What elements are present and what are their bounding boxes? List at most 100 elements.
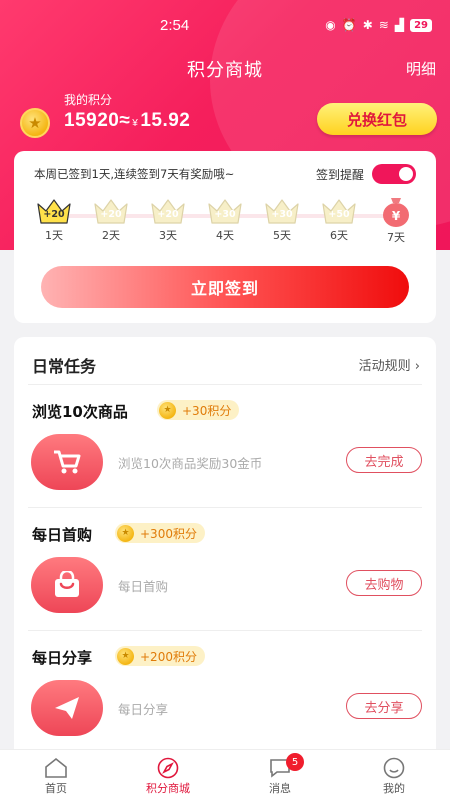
task-icon xyxy=(31,680,103,736)
red-packet-gift-icon: ¥ xyxy=(377,192,415,228)
day-bonus: +20 xyxy=(43,209,65,220)
points-label: 我的积分 xyxy=(64,93,113,107)
activity-rules-link[interactable]: 活动规则 › xyxy=(359,355,420,374)
day-label: 6天 xyxy=(330,229,348,242)
signin-remind-toggle[interactable] xyxy=(372,164,416,184)
message-count-badge: 5 xyxy=(286,753,304,771)
signin-card: 本周已签到1天,连续签到7天有奖励哦~ 签到提醒 +20 1天 +20 2天 +20 3天… xyxy=(14,151,436,323)
crown-icon: +20 xyxy=(34,196,74,226)
shopping-bag-icon xyxy=(55,571,79,597)
coin-icon: ★ xyxy=(117,647,134,665)
coin-icon: ★ xyxy=(117,524,134,542)
redeem-red-packet-button[interactable]: 兑换红包 xyxy=(317,103,437,135)
tab-label: 我的 xyxy=(383,782,405,795)
signin-day-2: +20 2天 xyxy=(86,196,136,243)
bluetooth-icon: ✱ xyxy=(362,18,373,32)
send-icon xyxy=(55,697,79,719)
signal-icon: ▟ xyxy=(394,18,405,32)
tab-messages[interactable]: 消息 5 xyxy=(224,750,336,800)
crown-icon: +20 xyxy=(148,196,188,226)
status-bar: 2:54 ◉ ⏰ ✱ ≋ ▟ 29 xyxy=(0,0,450,52)
day-label: 7天 xyxy=(387,231,405,244)
page-title: 积分商城 xyxy=(187,60,263,81)
task-reward: +300积分 xyxy=(140,526,197,541)
crown-icon: +50 xyxy=(319,196,359,226)
day-label: 2天 xyxy=(102,229,120,242)
task-action-button[interactable]: 去分享 xyxy=(346,693,422,719)
tab-label: 积分商城 xyxy=(146,782,190,795)
signin-day-1: +20 1天 xyxy=(29,196,79,243)
task-name: 每日首购 xyxy=(32,526,93,544)
daily-tasks-card: 日常任务 活动规则 › 浏览10次商品 ★ +30积分 浏览10次商品奖励30金币… xyxy=(14,337,436,767)
coin-icon: ★ xyxy=(159,401,176,419)
chevron-right-icon: › xyxy=(414,359,420,374)
divider xyxy=(28,507,422,508)
day-label: 1天 xyxy=(45,229,63,242)
alarm-icon: ⏰ xyxy=(341,18,357,32)
task-icon xyxy=(31,434,103,490)
wifi-icon: ≋ xyxy=(378,18,389,32)
points-money: 15.92 xyxy=(140,110,191,131)
task-name: 浏览10次商品 xyxy=(32,403,128,421)
signin-day-6: +50 6天 xyxy=(314,196,364,243)
sign-in-button[interactable]: 立即签到 xyxy=(41,266,409,308)
tab-label: 首页 xyxy=(45,782,67,795)
crown-icon: +20 xyxy=(91,196,131,226)
task-description: 每日分享 xyxy=(118,702,169,717)
signin-day-5: +30 5天 xyxy=(257,196,307,243)
task-description: 每日首购 xyxy=(118,579,169,594)
day-label: 4天 xyxy=(216,229,234,242)
task-reward: +200积分 xyxy=(140,649,197,664)
profile-icon xyxy=(382,757,406,779)
divider xyxy=(28,630,422,631)
signin-remind-label: 签到提醒 xyxy=(315,168,364,182)
rules-link-label: 活动规则 xyxy=(358,359,411,374)
task-action-button[interactable]: 去完成 xyxy=(346,447,422,473)
signin-day-3: +20 3天 xyxy=(143,196,193,243)
signin-status-text: 本周已签到1天,连续签到7天有奖励哦~ xyxy=(34,167,235,181)
tasks-title: 日常任务 xyxy=(32,357,97,376)
signin-day-7: ¥7天 xyxy=(371,196,421,245)
task-item-browse: 浏览10次商品 ★ +30积分 浏览10次商品奖励30金币 去完成 xyxy=(14,400,436,521)
battery-icon: 29 xyxy=(410,18,432,32)
tab-points-mall[interactable]: 积分商城 xyxy=(112,750,224,800)
signin-day-4: +30 4天 xyxy=(200,196,250,243)
tab-home[interactable]: 首页 xyxy=(0,750,112,800)
coin-icon: ★ xyxy=(20,108,50,138)
gift-symbol: ¥ xyxy=(391,209,401,223)
crown-icon: +30 xyxy=(262,196,302,226)
day-bonus: +20 xyxy=(100,209,122,220)
day-bonus: +30 xyxy=(271,209,293,220)
task-reward-badge: ★ +30积分 xyxy=(157,400,240,420)
day-label: 3天 xyxy=(159,229,177,242)
home-icon xyxy=(44,757,68,779)
day-bonus: +50 xyxy=(328,209,350,220)
task-icon xyxy=(31,557,103,613)
bottom-tab-bar: 首页 积分商城 消息 5 我的 xyxy=(0,749,450,800)
task-action-button[interactable]: 去购物 xyxy=(346,570,422,596)
points-number: 15920≈ xyxy=(64,110,131,131)
toggle-knob xyxy=(399,167,413,181)
task-reward-badge: ★ +200积分 xyxy=(115,646,205,666)
task-description: 浏览10次商品奖励30金币 xyxy=(118,456,263,471)
navigation-bar: 积分商城 明细 xyxy=(0,52,450,82)
status-time: 2:54 xyxy=(160,17,190,34)
eye-icon: ◉ xyxy=(325,18,336,32)
compass-icon xyxy=(156,757,180,779)
task-item-first-purchase: 每日首购 ★ +300积分 每日首购 去购物 xyxy=(14,523,436,644)
tab-label: 消息 xyxy=(269,782,291,795)
divider xyxy=(28,384,422,385)
points-value: 15920≈ ¥15.92 xyxy=(64,110,190,132)
detail-link[interactable]: 明细 xyxy=(406,58,436,79)
day-bonus: +30 xyxy=(214,209,236,220)
day-label: 5天 xyxy=(273,229,291,242)
task-reward: +30积分 xyxy=(182,403,232,418)
crown-icon: +30 xyxy=(205,196,245,226)
status-icons: ◉ ⏰ ✱ ≋ ▟ 29 xyxy=(325,18,432,32)
task-name: 每日分享 xyxy=(32,649,93,667)
task-reward-badge: ★ +300积分 xyxy=(115,523,205,543)
tab-profile[interactable]: 我的 xyxy=(338,750,450,800)
currency-symbol: ¥ xyxy=(132,118,139,129)
day-bonus: +20 xyxy=(157,209,179,220)
cart-icon xyxy=(54,450,81,474)
